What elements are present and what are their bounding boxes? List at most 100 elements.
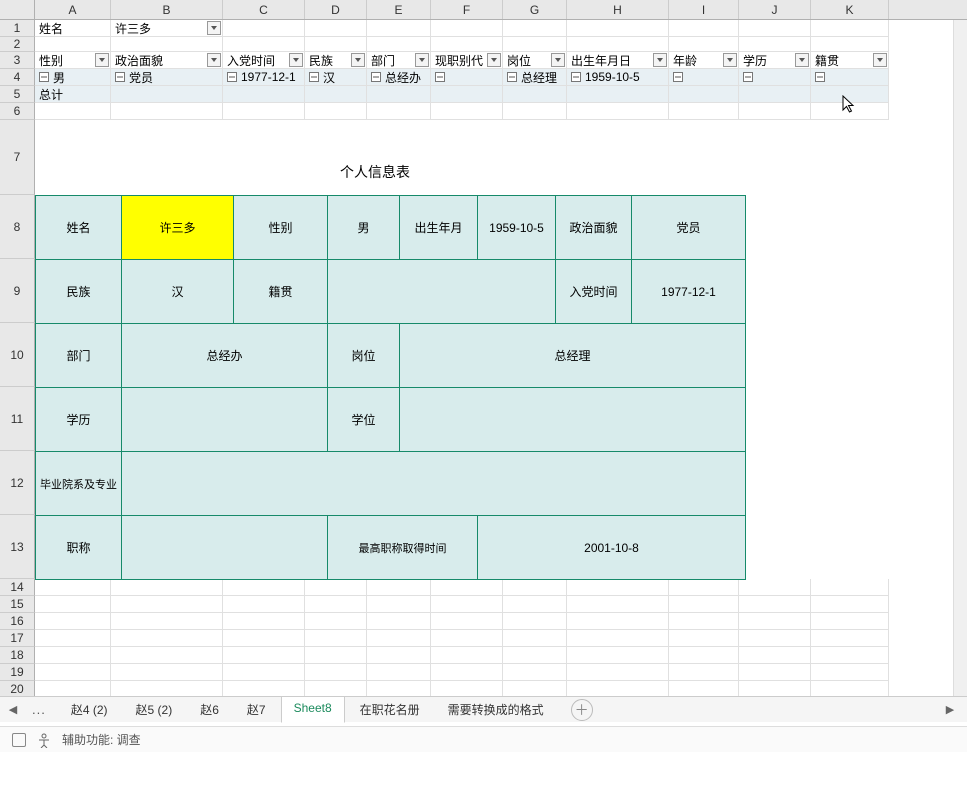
cell-C3[interactable]: 入党时间 <box>223 52 305 69</box>
row-header-6[interactable]: 6 <box>0 103 35 120</box>
add-sheet-button[interactable]: ＋ <box>571 699 593 721</box>
cell-A4[interactable]: 男 <box>35 69 111 86</box>
cell-B7[interactable] <box>111 120 223 195</box>
cell-D14[interactable] <box>305 579 367 596</box>
cell-I16[interactable] <box>669 613 739 630</box>
cell-K16[interactable] <box>811 613 889 630</box>
cell-A14[interactable] <box>35 579 111 596</box>
cell-C18[interactable] <box>223 647 305 664</box>
cell-K14[interactable] <box>811 579 889 596</box>
cell-B15[interactable] <box>111 596 223 613</box>
cell-H1[interactable] <box>567 20 669 37</box>
cell-K10[interactable] <box>811 323 889 387</box>
cell-E18[interactable] <box>367 647 431 664</box>
tab-nav-next[interactable]: ▶ <box>943 700 957 720</box>
filter-dropdown-9[interactable] <box>795 53 809 67</box>
sheet-tab-赵7[interactable]: 赵7 <box>234 696 279 723</box>
cell-I7[interactable] <box>669 120 739 195</box>
cell-G2[interactable] <box>503 37 567 52</box>
cell-C6[interactable] <box>223 103 305 120</box>
column-header-G[interactable]: G <box>503 0 567 19</box>
cell-A17[interactable] <box>35 630 111 647</box>
collapse-button-C4[interactable] <box>227 72 237 82</box>
cell-F19[interactable] <box>431 664 503 681</box>
collapse-button-G4[interactable] <box>507 72 517 82</box>
cell-E17[interactable] <box>367 630 431 647</box>
cell-B14[interactable] <box>111 579 223 596</box>
value-name[interactable]: 许三多 <box>122 196 234 260</box>
cell-H19[interactable] <box>567 664 669 681</box>
collapse-button-B4[interactable] <box>115 72 125 82</box>
cell-J7[interactable] <box>739 120 811 195</box>
column-header-K[interactable]: K <box>811 0 889 19</box>
cell-D4[interactable]: 汉 <box>305 69 367 86</box>
cell-J17[interactable] <box>739 630 811 647</box>
cell-D17[interactable] <box>305 630 367 647</box>
filter-dropdown-1[interactable] <box>207 53 221 67</box>
cell-H18[interactable] <box>567 647 669 664</box>
cell-E19[interactable] <box>367 664 431 681</box>
spreadsheet-area[interactable]: ABCDEFGHIJK 1姓名许三多23性别政治面貌入党时间民族部门现职别代岗位… <box>0 0 967 752</box>
row-header-13[interactable]: 13 <box>0 515 35 579</box>
cell-K15[interactable] <box>811 596 889 613</box>
cell-J10[interactable] <box>739 323 811 387</box>
cell-J18[interactable] <box>739 647 811 664</box>
cell-B5[interactable] <box>111 86 223 103</box>
cell-D6[interactable] <box>305 103 367 120</box>
cell-K1[interactable] <box>811 20 889 37</box>
cell-A2[interactable] <box>35 37 111 52</box>
cell-A6[interactable] <box>35 103 111 120</box>
cell-I6[interactable] <box>669 103 739 120</box>
cell-B2[interactable] <box>111 37 223 52</box>
cell-I17[interactable] <box>669 630 739 647</box>
cell-E14[interactable] <box>367 579 431 596</box>
row-header-8[interactable]: 8 <box>0 195 35 259</box>
row-header-18[interactable]: 18 <box>0 647 35 664</box>
cell-D7[interactable] <box>305 120 367 195</box>
sheet-tab-Sheet8[interactable]: Sheet8 <box>281 696 345 723</box>
row-header-7[interactable]: 7 <box>0 120 35 195</box>
cell-H3[interactable]: 出生年月日 <box>567 52 669 69</box>
vertical-scrollbar[interactable] <box>953 20 967 696</box>
column-header-E[interactable]: E <box>367 0 431 19</box>
cell-E2[interactable] <box>367 37 431 52</box>
row-header-11[interactable]: 11 <box>0 387 35 451</box>
sheet-tab-赵6[interactable]: 赵6 <box>187 696 232 723</box>
row-header-14[interactable]: 14 <box>0 579 35 596</box>
filter-dropdown-2[interactable] <box>289 53 303 67</box>
cell-C19[interactable] <box>223 664 305 681</box>
cell-J16[interactable] <box>739 613 811 630</box>
tab-nav-prev[interactable]: ◀ <box>6 700 20 720</box>
cell-A19[interactable] <box>35 664 111 681</box>
filter-dropdown-4[interactable] <box>415 53 429 67</box>
cell-E6[interactable] <box>367 103 431 120</box>
cell-C1[interactable] <box>223 20 305 37</box>
filter-dropdown-6[interactable] <box>551 53 565 67</box>
filter-dropdown-10[interactable] <box>873 53 887 67</box>
cell-F17[interactable] <box>431 630 503 647</box>
cell-J2[interactable] <box>739 37 811 52</box>
cell-D19[interactable] <box>305 664 367 681</box>
cell-K8[interactable] <box>811 195 889 259</box>
cell-C17[interactable] <box>223 630 305 647</box>
cell-I19[interactable] <box>669 664 739 681</box>
cell-D18[interactable] <box>305 647 367 664</box>
cell-A5[interactable]: 总计 <box>35 86 111 103</box>
row-header-3[interactable]: 3 <box>0 52 35 69</box>
cell-F4[interactable] <box>431 69 503 86</box>
filter-dropdown-8[interactable] <box>723 53 737 67</box>
cell-D3[interactable]: 民族 <box>305 52 367 69</box>
cell-C4[interactable]: 1977-12-1 <box>223 69 305 86</box>
cell-B1[interactable]: 许三多 <box>111 20 223 37</box>
cell-G15[interactable] <box>503 596 567 613</box>
cell-K6[interactable] <box>811 103 889 120</box>
cell-K13[interactable] <box>811 515 889 579</box>
cell-I14[interactable] <box>669 579 739 596</box>
collapse-button-J4[interactable] <box>743 72 753 82</box>
column-header-J[interactable]: J <box>739 0 811 19</box>
cell-K2[interactable] <box>811 37 889 52</box>
row-header-16[interactable]: 16 <box>0 613 35 630</box>
cell-A16[interactable] <box>35 613 111 630</box>
cell-G3[interactable]: 岗位 <box>503 52 567 69</box>
column-header-C[interactable]: C <box>223 0 305 19</box>
